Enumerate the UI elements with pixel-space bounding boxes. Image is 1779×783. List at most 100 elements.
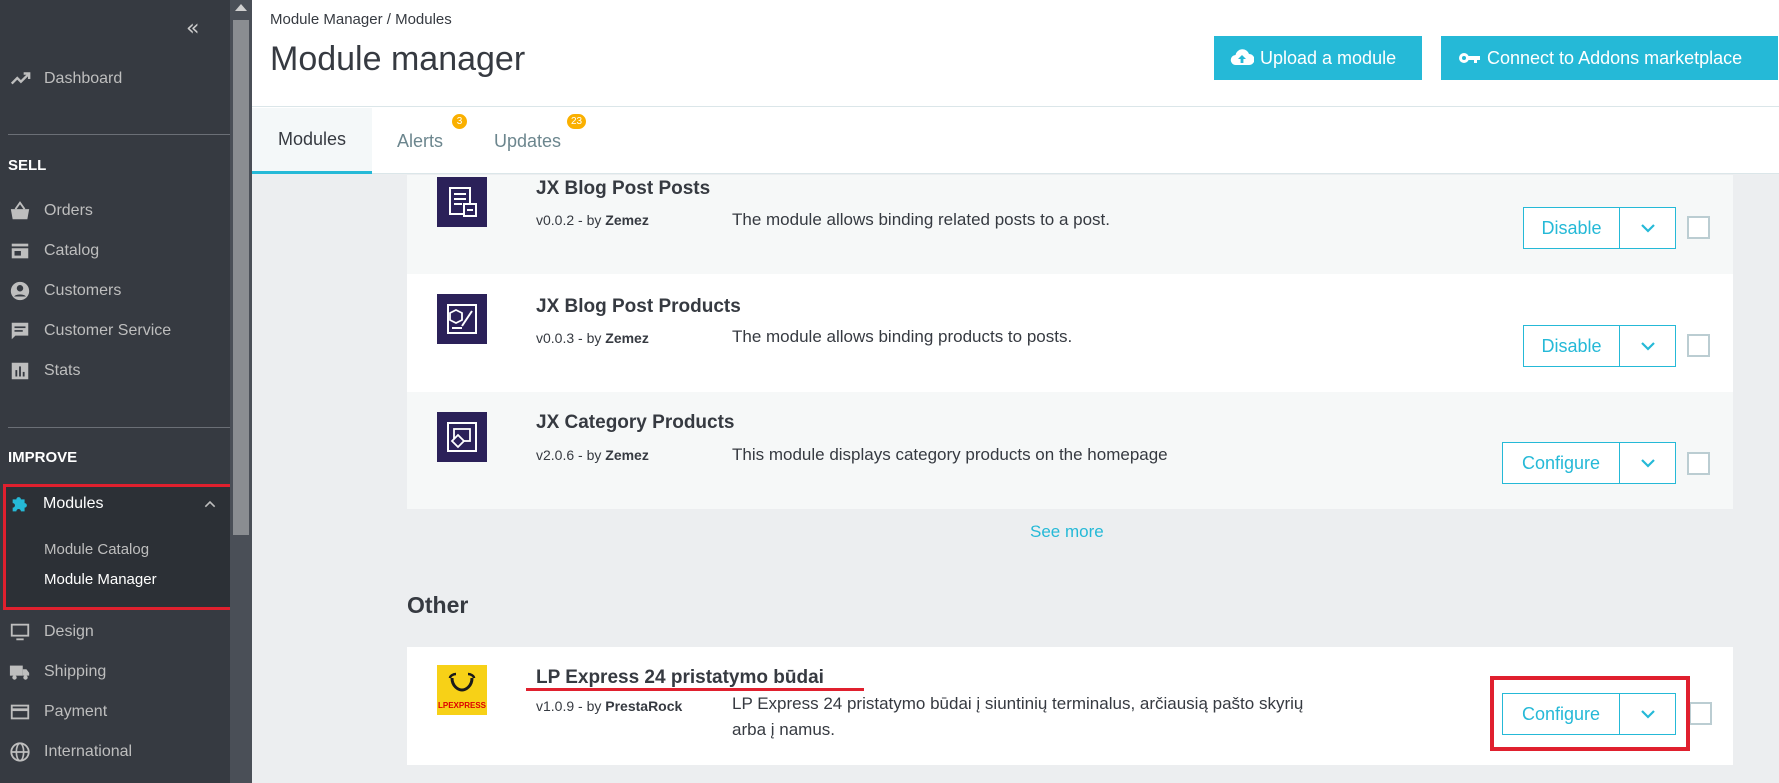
sidebar-item-label: Catalog bbox=[44, 242, 100, 259]
disable-button[interactable]: Disable bbox=[1523, 207, 1620, 249]
credit-card-icon bbox=[10, 704, 30, 720]
sidebar-item-label: Orders bbox=[44, 202, 93, 219]
sidebar-item-design[interactable]: Design bbox=[0, 612, 230, 652]
module-select-checkbox[interactable] bbox=[1689, 702, 1712, 725]
action-dropdown-toggle[interactable] bbox=[1620, 442, 1676, 484]
category-products-icon bbox=[437, 412, 487, 462]
tab-updates[interactable]: Updates 23 bbox=[494, 108, 604, 174]
globe-icon bbox=[10, 742, 30, 762]
sidebar-item-dashboard[interactable]: Dashboard bbox=[0, 59, 230, 99]
cloud-upload-icon bbox=[1230, 49, 1254, 66]
chevron-down-icon bbox=[1640, 459, 1655, 468]
chevron-down-icon bbox=[1640, 342, 1655, 351]
upload-module-button[interactable]: Upload a module bbox=[1214, 36, 1422, 80]
module-name: LP Express 24 pristatymo būdai bbox=[536, 667, 824, 688]
sidebar-item-label: Customer Service bbox=[44, 322, 172, 339]
sidebar-item-label: International bbox=[44, 743, 133, 760]
description-line: arba į namus. bbox=[732, 720, 835, 739]
module-row: JX Category Products v2.0.6 - by Zemez T… bbox=[407, 392, 1733, 509]
action-dropdown-toggle[interactable] bbox=[1620, 207, 1676, 249]
configure-button[interactable]: Configure bbox=[1502, 442, 1620, 484]
sidebar-item-customers[interactable]: Customers bbox=[0, 271, 230, 311]
sidebar: « Dashboard SELL Orders Catalog Customer… bbox=[0, 0, 252, 783]
disable-button[interactable]: Disable bbox=[1523, 325, 1620, 367]
bar-chart-icon bbox=[11, 362, 29, 380]
scrollbar-thumb[interactable] bbox=[233, 20, 249, 535]
module-name: JX Blog Post Posts bbox=[536, 178, 711, 199]
account-circle-icon bbox=[10, 281, 30, 301]
lp-express-logo: LPEXPRESS bbox=[437, 665, 487, 715]
see-more-link[interactable]: See more bbox=[1030, 522, 1104, 542]
module-name: JX Category Products bbox=[536, 412, 735, 433]
module-description: The module allows binding related posts … bbox=[732, 210, 1111, 229]
store-icon bbox=[11, 243, 29, 259]
connect-addons-button[interactable]: Connect to Addons marketplace bbox=[1441, 36, 1778, 80]
annotation-underline bbox=[526, 688, 864, 691]
updates-count-badge: 23 bbox=[567, 114, 587, 129]
basket-icon bbox=[10, 201, 30, 220]
section-title-improve: IMPROVE bbox=[8, 449, 78, 466]
sidebar-item-catalog[interactable]: Catalog bbox=[0, 231, 230, 271]
trending-up-icon bbox=[10, 72, 31, 85]
page-header: Module Manager / Modules Module manager … bbox=[252, 0, 1779, 174]
breadcrumb[interactable]: Module Manager / Modules bbox=[270, 11, 452, 28]
tab-label: Modules bbox=[277, 129, 347, 149]
sidebar-item-label: Design bbox=[44, 623, 94, 640]
sidebar-item-label: Shipping bbox=[44, 663, 107, 680]
truck-icon bbox=[9, 665, 30, 680]
blog-posts-icon bbox=[437, 177, 487, 227]
sidebar-divider bbox=[8, 427, 230, 428]
module-version: v0.0.2 - by Zemez bbox=[536, 212, 649, 228]
collapse-sidebar-icon[interactable]: « bbox=[186, 16, 199, 41]
tab-alerts[interactable]: Alerts 3 bbox=[397, 108, 467, 174]
sidebar-item-orders[interactable]: Orders bbox=[0, 191, 230, 231]
sidebar-item-international[interactable]: International bbox=[0, 732, 230, 772]
annotation-highlight-box bbox=[1490, 676, 1690, 751]
sidebar-item-label: Stats bbox=[44, 362, 81, 379]
alerts-count-badge: 3 bbox=[452, 114, 467, 129]
module-row: JX Blog Post Posts v0.0.2 - by Zemez The… bbox=[407, 175, 1733, 274]
module-action-group: Disable bbox=[1523, 325, 1676, 367]
module-name: JX Blog Post Products bbox=[536, 296, 741, 317]
section-title-sell: SELL bbox=[8, 157, 47, 174]
tab-label: Updates bbox=[494, 130, 562, 151]
sidebar-item-label: Dashboard bbox=[44, 70, 123, 87]
module-version: v0.0.3 - by Zemez bbox=[536, 330, 649, 346]
sidebar-item-stats[interactable]: Stats bbox=[0, 351, 230, 391]
module-description: LP Express 24 pristatymo būdai į siuntin… bbox=[732, 691, 1303, 743]
scroll-up-arrow-icon[interactable] bbox=[235, 4, 247, 11]
sidebar-item-label: Customers bbox=[44, 282, 122, 299]
sidebar-item-payment[interactable]: Payment bbox=[0, 692, 230, 732]
page-title: Module manager bbox=[270, 40, 526, 78]
header-divider bbox=[252, 106, 1779, 107]
modules-highlight-box bbox=[3, 484, 250, 610]
sidebar-item-customer-service[interactable]: Customer Service bbox=[0, 311, 230, 351]
module-select-checkbox[interactable] bbox=[1687, 452, 1710, 475]
monitor-icon bbox=[10, 623, 30, 641]
sidebar-scrollbar[interactable] bbox=[230, 0, 252, 783]
module-version: v1.0.9 - by PrestaRock bbox=[536, 698, 683, 714]
module-select-checkbox[interactable] bbox=[1687, 216, 1710, 239]
module-action-group: Configure bbox=[1502, 442, 1676, 484]
section-title-other: Other bbox=[407, 592, 469, 618]
action-dropdown-toggle[interactable] bbox=[1620, 325, 1676, 367]
module-select-checkbox[interactable] bbox=[1687, 334, 1710, 357]
blog-products-icon bbox=[437, 294, 487, 344]
lp-express-logo-text: LPEXPRESS bbox=[438, 701, 486, 710]
module-description: The module allows binding products to po… bbox=[732, 327, 1073, 346]
tab-modules[interactable]: Modules bbox=[252, 108, 372, 174]
sidebar-item-shipping[interactable]: Shipping bbox=[0, 652, 230, 692]
module-description: This module displays category products o… bbox=[732, 445, 1168, 464]
module-action-group: Disable bbox=[1523, 207, 1676, 249]
button-label: Upload a module bbox=[1260, 47, 1397, 68]
tab-label: Alerts bbox=[397, 130, 444, 151]
sidebar-divider bbox=[8, 134, 230, 135]
module-version: v2.0.6 - by Zemez bbox=[536, 447, 649, 463]
sidebar-item-label: Payment bbox=[44, 703, 108, 720]
chevron-down-icon bbox=[1640, 224, 1655, 233]
module-row: JX Blog Post Products v0.0.3 - by Zemez … bbox=[407, 274, 1733, 392]
description-line: LP Express 24 pristatymo būdai į siuntin… bbox=[732, 694, 1304, 713]
key-icon bbox=[1459, 53, 1480, 63]
chat-icon bbox=[11, 322, 29, 340]
button-label: Connect to Addons marketplace bbox=[1487, 47, 1743, 68]
